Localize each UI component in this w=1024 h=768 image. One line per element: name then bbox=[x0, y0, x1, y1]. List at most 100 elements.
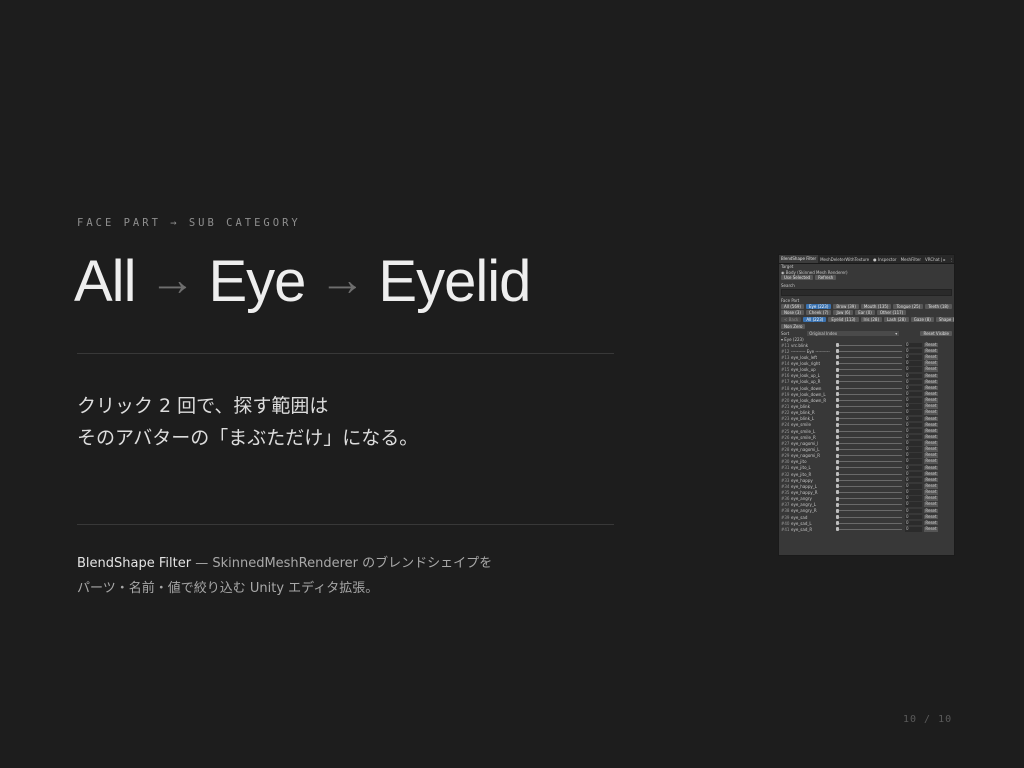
reset-button[interactable]: Reset bbox=[924, 404, 938, 409]
tab-mesh-deleter[interactable]: MeshDeleterWithTexture bbox=[818, 257, 871, 262]
reset-button[interactable]: Reset bbox=[924, 410, 938, 415]
search-input[interactable] bbox=[781, 289, 952, 296]
weight-field[interactable]: 0 bbox=[905, 465, 922, 471]
filter-chip[interactable]: Nose (3) bbox=[781, 310, 804, 315]
weight-slider[interactable] bbox=[836, 447, 902, 452]
reset-button[interactable]: Reset bbox=[924, 428, 938, 434]
reset-button[interactable]: Reset bbox=[924, 459, 938, 464]
filter-chip[interactable]: Shape (52) bbox=[935, 316, 954, 322]
weight-slider[interactable] bbox=[836, 367, 902, 372]
weight-slider[interactable] bbox=[836, 490, 902, 495]
slider-handle[interactable] bbox=[836, 478, 839, 483]
filter-chip[interactable]: Iris (28) bbox=[860, 316, 883, 322]
weight-field[interactable]: 0 bbox=[905, 373, 922, 379]
weight-slider[interactable] bbox=[836, 478, 902, 483]
weight-slider[interactable] bbox=[836, 496, 902, 501]
slider-handle[interactable] bbox=[836, 392, 839, 397]
weight-field[interactable]: 0 bbox=[905, 348, 922, 354]
weight-field[interactable]: 0 bbox=[905, 520, 922, 526]
filter-chip[interactable]: Ear (0) bbox=[855, 310, 875, 315]
filter-chip[interactable]: All (569) bbox=[781, 303, 804, 309]
slider-handle[interactable] bbox=[836, 361, 839, 366]
weight-slider[interactable] bbox=[836, 416, 902, 421]
weight-field[interactable]: 0 bbox=[905, 453, 922, 458]
filter-chip[interactable]: Teeth (18) bbox=[925, 303, 952, 309]
slider-handle[interactable] bbox=[836, 515, 839, 519]
reset-button[interactable]: Reset bbox=[924, 527, 938, 532]
slider-handle[interactable] bbox=[836, 435, 839, 440]
weight-slider[interactable] bbox=[836, 435, 902, 440]
weight-slider[interactable] bbox=[836, 422, 902, 427]
slider-handle[interactable] bbox=[836, 367, 839, 372]
weight-field[interactable]: 0 bbox=[905, 471, 922, 477]
reset-button[interactable]: Reset bbox=[924, 391, 938, 397]
weight-field[interactable]: 0 bbox=[905, 527, 922, 532]
weight-slider[interactable] bbox=[836, 379, 902, 384]
filter-chip[interactable]: Other (117) bbox=[876, 310, 907, 315]
weight-slider[interactable] bbox=[836, 404, 902, 409]
weight-slider[interactable] bbox=[836, 429, 902, 434]
slider-handle[interactable] bbox=[836, 379, 839, 384]
use-selected-button[interactable]: Use Selected bbox=[781, 275, 814, 280]
filter-chip[interactable]: Jaw (6) bbox=[833, 310, 854, 315]
reset-button[interactable]: Reset bbox=[924, 508, 938, 514]
filter-chip[interactable]: Lash (28) bbox=[884, 316, 909, 322]
slider-handle[interactable] bbox=[836, 484, 839, 489]
filter-chip[interactable]: Eye (223) bbox=[806, 303, 832, 309]
filter-chip[interactable]: Tongue (25) bbox=[893, 303, 924, 309]
weight-slider[interactable] bbox=[836, 343, 902, 348]
weight-slider[interactable] bbox=[836, 459, 902, 464]
weight-field[interactable]: 0 bbox=[905, 367, 922, 372]
weight-field[interactable]: 0 bbox=[905, 490, 922, 495]
weight-slider[interactable] bbox=[836, 410, 902, 415]
weight-field[interactable]: 0 bbox=[905, 422, 922, 428]
weight-field[interactable]: 0 bbox=[905, 361, 922, 366]
reset-button[interactable]: Reset bbox=[924, 477, 938, 483]
reset-button[interactable]: Reset bbox=[924, 373, 938, 379]
weight-field[interactable]: 0 bbox=[905, 428, 922, 434]
weight-field[interactable]: 0 bbox=[905, 398, 922, 403]
slider-handle[interactable] bbox=[836, 441, 839, 446]
weight-slider[interactable] bbox=[836, 527, 902, 532]
reset-button[interactable]: Reset bbox=[924, 514, 938, 520]
weight-slider[interactable] bbox=[836, 502, 902, 507]
weight-slider[interactable] bbox=[836, 508, 902, 513]
weight-slider[interactable] bbox=[836, 386, 902, 391]
filter-chip[interactable]: Gaze (8) bbox=[910, 316, 934, 322]
weight-field[interactable]: 0 bbox=[905, 404, 922, 409]
weight-field[interactable]: 0 bbox=[905, 391, 922, 397]
slider-handle[interactable] bbox=[836, 472, 839, 477]
weight-field[interactable]: 0 bbox=[905, 434, 922, 440]
reset-button[interactable]: Reset bbox=[924, 496, 938, 501]
weight-slider[interactable] bbox=[836, 472, 902, 477]
slider-handle[interactable] bbox=[836, 404, 839, 409]
filter-chip[interactable]: < Back bbox=[781, 316, 802, 322]
reset-button[interactable]: Reset bbox=[924, 447, 938, 452]
slider-handle[interactable] bbox=[836, 496, 839, 501]
weight-field[interactable]: 0 bbox=[905, 502, 922, 507]
slider-handle[interactable] bbox=[836, 502, 839, 507]
tab-meshfilter[interactable]: MeshFilter bbox=[899, 257, 923, 262]
weight-field[interactable]: 0 bbox=[905, 416, 922, 421]
slider-handle[interactable] bbox=[836, 410, 839, 415]
refresh-button[interactable]: Refresh bbox=[815, 275, 837, 280]
weight-slider[interactable] bbox=[836, 515, 902, 519]
filter-chip[interactable]: Mouth (135) bbox=[860, 303, 892, 309]
slider-handle[interactable] bbox=[836, 343, 839, 348]
weight-slider[interactable] bbox=[836, 465, 902, 470]
slider-handle[interactable] bbox=[836, 416, 839, 421]
slider-handle[interactable] bbox=[836, 508, 839, 513]
tab-blendshape-filter[interactable]: BlendShape Filter bbox=[779, 255, 819, 263]
reset-button[interactable]: Reset bbox=[924, 453, 938, 458]
weight-slider[interactable] bbox=[836, 484, 902, 489]
slider-handle[interactable] bbox=[836, 521, 839, 526]
reset-button[interactable]: Reset bbox=[924, 434, 938, 440]
sort-select[interactable]: Original Index ▾ bbox=[807, 330, 900, 336]
reset-button[interactable]: Reset bbox=[924, 502, 938, 507]
reset-button[interactable]: Reset bbox=[924, 520, 938, 526]
reset-button[interactable]: Reset bbox=[924, 361, 938, 366]
reset-button[interactable]: Reset bbox=[924, 379, 938, 385]
slider-handle[interactable] bbox=[836, 447, 839, 452]
slider-handle[interactable] bbox=[836, 398, 839, 403]
non-zero-toggle[interactable]: Non Zero bbox=[781, 324, 806, 329]
